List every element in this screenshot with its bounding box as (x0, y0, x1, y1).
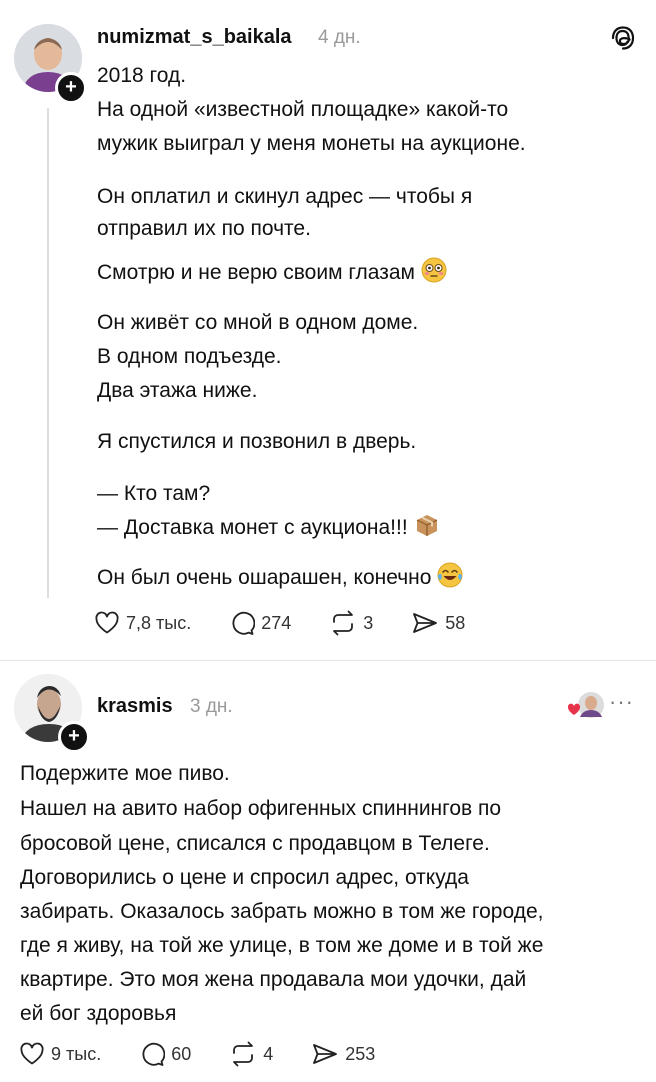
like-button[interactable]: 9 тыс. (19, 1042, 101, 1066)
share-count: 253 (345, 1043, 376, 1064)
threads-logo-icon[interactable] (609, 24, 637, 52)
post-actions: 9 тыс. 60 4 253 (19, 1041, 413, 1067)
follow-plus-icon[interactable]: + (55, 72, 87, 104)
repost-count: 4 (263, 1043, 274, 1064)
post-time: 3 дн. (190, 696, 233, 717)
repost-icon (233, 1041, 254, 1067)
post-text-line: мужик выиграл у меня монеты на аукционе. (97, 132, 526, 155)
share-count: 58 (445, 612, 466, 633)
post-krasmis: + krasmis 3 дн. ··· Подержите мое пиво. … (0, 661, 656, 1082)
repost-button[interactable]: 4 (229, 1041, 273, 1067)
post-text-line: Нашел на авито набор офигенных спиннинго… (20, 797, 502, 820)
like-button[interactable]: 7,8 тыс. (94, 611, 191, 635)
username[interactable]: krasmis (97, 695, 173, 718)
post-text-line: — Кто там? (97, 482, 211, 505)
post-text-line: Он живёт со мной в одном доме. (97, 311, 419, 334)
heart-icon (20, 1042, 44, 1065)
package-emoji (414, 512, 440, 548)
post-text-line: Подержите мое пиво. (20, 762, 230, 785)
post-text-line: Два этажа ниже. (97, 379, 258, 402)
reply-count: 274 (261, 612, 292, 633)
post-text-line: Договорились о цене и спросил адрес, отк… (20, 866, 469, 889)
more-options-button[interactable]: ··· (609, 689, 634, 715)
repost-icon (333, 610, 354, 636)
post-actions: 7,8 тыс. 274 3 58 (94, 610, 503, 636)
post-text-line: ей бог здоровья (20, 1002, 177, 1025)
liked-by-avatar-icon (567, 689, 607, 721)
post-text-line: отправил их по почте. (97, 217, 311, 240)
post-text-line: В одном подъезде. (97, 345, 282, 368)
thread-line (47, 108, 49, 598)
like-count: 7,8 тыс. (126, 612, 192, 633)
reply-button[interactable]: 274 (229, 610, 291, 636)
post-text-line-emoji: Он был очень ошарашен, конечно (97, 561, 463, 598)
reply-button[interactable]: 60 (139, 1041, 191, 1067)
tears-of-joy-emoji (437, 562, 463, 598)
post-text-line: На одной «известной площадке» какой-то (97, 98, 509, 121)
speech-bubble-icon (232, 611, 256, 635)
post-text-line-emoji: Смотрю и не верю своим глазам (97, 256, 447, 293)
share-button[interactable]: 58 (411, 610, 465, 636)
post-time: 4 дн. (318, 27, 361, 48)
post-text-line: — Доставка монет с аукциона!!! (97, 516, 408, 539)
heart-icon (95, 611, 119, 634)
repost-count: 3 (363, 612, 374, 633)
post-text-line-emoji: — Доставка монет с аукциона!!! (97, 511, 440, 548)
post-text-line: забирать. Оказалось забрать можно в том … (20, 900, 544, 923)
post-text-line: Он был очень ошарашен, конечно (97, 566, 432, 589)
send-icon (413, 613, 438, 633)
post-text-line: бросовой цене, списался с продавцом в Те… (20, 832, 490, 855)
post-text-line: Смотрю и не верю своим глазам (97, 261, 415, 284)
post-text-line: где я живу, на той же улице, в том же до… (20, 934, 544, 957)
reply-count: 60 (171, 1043, 192, 1064)
like-count: 9 тыс. (51, 1043, 102, 1064)
post-numizmat: + numizmat_s_baikala 4 дн. 2018 год. На … (0, 0, 656, 660)
flushed-face-emoji (421, 257, 447, 293)
follow-plus-icon[interactable]: + (58, 721, 90, 753)
username[interactable]: numizmat_s_baikala (97, 26, 292, 49)
send-icon (313, 1044, 338, 1064)
post-text-line: Я спустился и позвонил в дверь. (97, 430, 417, 453)
post-text-line: Он оплатил и скинул адрес — чтобы я (97, 185, 473, 208)
speech-bubble-icon (142, 1042, 166, 1066)
share-button[interactable]: 253 (311, 1041, 375, 1067)
post-text-line: 2018 год. (97, 64, 187, 87)
post-text-line: квартире. Это моя жена продавала мои удо… (20, 968, 527, 991)
repost-button[interactable]: 3 (329, 610, 373, 636)
